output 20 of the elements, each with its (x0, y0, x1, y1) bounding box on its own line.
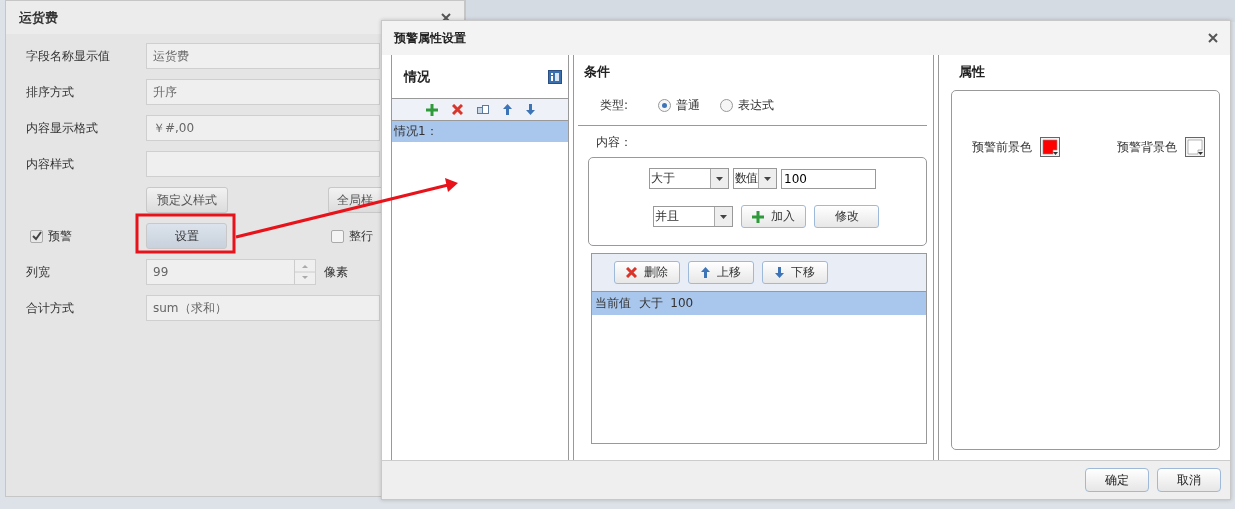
field-label: 字段名称显示值 (26, 47, 111, 65)
panel-title: 条件 (583, 63, 611, 81)
color-label: 预警背景色 (1117, 138, 1177, 156)
panel-title: 属性 (958, 63, 986, 81)
checkbox-label: 整行 (349, 227, 373, 245)
field-label: 排序方式 (26, 83, 75, 101)
field-label: 内容样式 (26, 155, 75, 173)
color-label: 预警前景色 (972, 138, 1032, 156)
radio-label: 普通 (676, 96, 701, 114)
content-label: 内容： (595, 134, 633, 151)
field-label: 内容显示格式 (26, 119, 99, 137)
field-label: 列宽 (26, 263, 51, 281)
field-label: 合计方式 (26, 299, 75, 317)
panel-title: 情况 (404, 67, 430, 86)
dialog-title: 运货费 (19, 8, 58, 27)
checkbox-label: 预警 (48, 227, 72, 245)
unit-label: 像素 (324, 263, 348, 281)
type-label: 类型: (600, 96, 629, 114)
dialog-title: 预警属性设置 (394, 29, 466, 47)
radio-label: 表达式 (738, 96, 775, 114)
